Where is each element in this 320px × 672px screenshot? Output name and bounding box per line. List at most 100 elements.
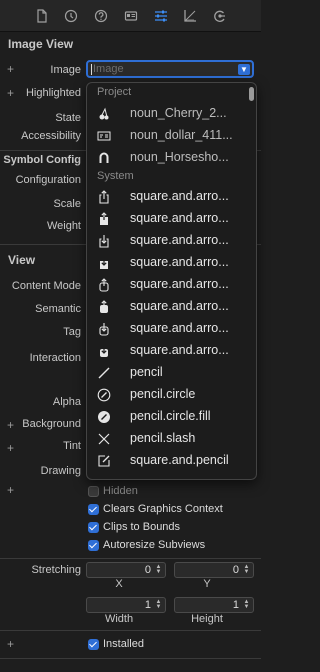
add-variation-drawing-button[interactable]: + bbox=[7, 483, 14, 497]
list-item-label: square.and.arro... bbox=[130, 321, 229, 335]
highlighted-label: Highlighted bbox=[25, 87, 81, 99]
hidden-checkbox-row[interactable]: Hidden bbox=[88, 484, 138, 498]
list-item[interactable]: noun_dollar_411... bbox=[87, 125, 249, 147]
installed-row[interactable]: Installed bbox=[88, 637, 144, 651]
list-item-label: square.and.arro... bbox=[130, 277, 229, 291]
image-view-title: Image View bbox=[8, 37, 74, 51]
add-variation-installed-button[interactable]: + bbox=[7, 637, 14, 651]
list-item-label: noun_dollar_411... bbox=[130, 128, 233, 142]
add-variation-background-button[interactable]: + bbox=[7, 418, 14, 432]
clips-to-bounds-checkbox[interactable] bbox=[88, 521, 99, 533]
list-item[interactable]: square.and.arro... bbox=[87, 340, 249, 362]
stepper-arrows-icon[interactable]: ▲ ▼ bbox=[154, 564, 163, 575]
installed-label: Installed bbox=[103, 638, 144, 650]
clears-graphics-context-row[interactable]: Clears Graphics Context bbox=[88, 502, 223, 516]
tint-label: Tint bbox=[63, 440, 81, 452]
pencil-circle-fill-icon bbox=[97, 410, 111, 424]
list-item-label: noun_Horsesho... bbox=[130, 150, 229, 164]
alpha-label: Alpha bbox=[52, 396, 81, 408]
list-item[interactable]: pencil bbox=[87, 362, 249, 384]
hidden-checkbox[interactable] bbox=[88, 485, 99, 497]
list-item-label: pencil.circle bbox=[130, 387, 196, 401]
group-system-label: System bbox=[97, 170, 134, 182]
add-variation-highlighted-button[interactable]: + bbox=[7, 86, 14, 100]
interaction-label: Interaction bbox=[29, 352, 81, 364]
autoresize-subviews-checkbox[interactable] bbox=[88, 539, 99, 551]
height-label: Height bbox=[191, 613, 223, 625]
view-title: View bbox=[8, 253, 36, 267]
stretch-x-stepper[interactable]: 0 ▲ ▼ bbox=[86, 562, 166, 578]
list-item[interactable]: pencil.slash bbox=[87, 428, 249, 450]
square-and-arrow-up-icon bbox=[97, 190, 111, 204]
square-and-arrow-down-on-square-fill-icon bbox=[97, 344, 111, 358]
dollar-icon bbox=[97, 129, 111, 143]
configuration-label: Configuration bbox=[15, 174, 81, 186]
list-item-label: square.and.arro... bbox=[130, 255, 229, 269]
content-mode-label: Content Mode bbox=[11, 280, 81, 292]
list-item[interactable]: square.and.arro... bbox=[87, 208, 249, 230]
image-placeholder: Image bbox=[93, 63, 124, 75]
stretch-width-stepper[interactable]: 1 ▲ ▼ bbox=[86, 597, 166, 613]
list-item[interactable]: square.and.pencil bbox=[87, 450, 249, 472]
stretch-y-value: 0 bbox=[232, 564, 239, 576]
state-label: State bbox=[55, 112, 81, 124]
list-item[interactable]: square.and.arro... bbox=[87, 186, 249, 208]
stretch-height-stepper[interactable]: 1 ▲ ▼ bbox=[174, 597, 254, 613]
identity-icon[interactable] bbox=[123, 8, 139, 24]
square-and-arrow-down-icon bbox=[97, 234, 111, 248]
clears-graphics-context-checkbox[interactable] bbox=[88, 503, 99, 515]
list-item[interactable]: pencil.circle bbox=[87, 384, 249, 406]
autoresize-subviews-row[interactable]: Autoresize Subviews bbox=[88, 538, 205, 552]
list-item[interactable]: square.and.arro... bbox=[87, 296, 249, 318]
weight-label: Weight bbox=[46, 220, 81, 232]
list-item[interactable]: square.and.arro... bbox=[87, 252, 249, 274]
list-item[interactable]: square.and.arro... bbox=[87, 230, 249, 252]
chevron-down-icon[interactable]: ▼ bbox=[238, 64, 250, 75]
connections-icon[interactable] bbox=[212, 8, 228, 24]
symbol-config-label: Symbol Config bbox=[3, 154, 81, 166]
add-variation-image-button[interactable]: + bbox=[7, 62, 14, 76]
square-and-arrow-up-on-square-icon bbox=[97, 278, 111, 292]
x-label: X bbox=[115, 578, 123, 590]
drawing-label: Drawing bbox=[40, 465, 81, 477]
stepper-arrows-icon[interactable]: ▲ ▼ bbox=[154, 599, 163, 610]
history-icon[interactable] bbox=[63, 8, 79, 24]
stepper-arrows-icon[interactable]: ▲ ▼ bbox=[242, 564, 251, 575]
image-label: Image bbox=[50, 64, 81, 76]
list-item-label: square.and.arro... bbox=[130, 343, 229, 357]
square-and-arrow-up-fill-icon bbox=[97, 212, 111, 226]
group-project-label: Project bbox=[97, 86, 132, 98]
hidden-label: Hidden bbox=[103, 485, 138, 497]
list-item-label: square.and.arro... bbox=[130, 211, 229, 225]
square-and-arrow-up-on-square-fill-icon bbox=[97, 300, 111, 314]
list-item-label: pencil.circle.fill bbox=[130, 409, 211, 423]
scrollbar[interactable] bbox=[249, 87, 254, 101]
width-label: Width bbox=[104, 613, 134, 625]
stretch-x-value: 0 bbox=[144, 564, 151, 576]
file-icon[interactable] bbox=[34, 8, 50, 24]
list-item-label: pencil.slash bbox=[130, 431, 196, 445]
image-picker-dropdown[interactable]: Project noun_Cherry_2... noun_dollar_411… bbox=[86, 82, 257, 480]
image-input[interactable]: Image ▼ bbox=[86, 60, 254, 78]
divider bbox=[0, 558, 261, 559]
scale-label: Scale bbox=[53, 198, 81, 210]
help-icon[interactable] bbox=[93, 8, 109, 24]
clears-graphics-context-label: Clears Graphics Context bbox=[103, 503, 223, 515]
stepper-arrows-icon[interactable]: ▲ ▼ bbox=[242, 599, 251, 610]
size-icon[interactable] bbox=[182, 8, 198, 24]
list-item-label: square.and.arro... bbox=[130, 233, 229, 247]
background-label: Background bbox=[22, 418, 81, 430]
list-item[interactable]: square.and.arro... bbox=[87, 318, 249, 340]
clips-to-bounds-row[interactable]: Clips to Bounds bbox=[88, 520, 180, 534]
list-item[interactable]: square.and.arro... bbox=[87, 274, 249, 296]
attributes-icon[interactable] bbox=[153, 8, 169, 24]
list-item[interactable]: pencil.circle.fill bbox=[87, 406, 249, 428]
list-item-label: square.and.arro... bbox=[130, 299, 229, 313]
installed-checkbox[interactable] bbox=[88, 638, 99, 650]
stretch-y-stepper[interactable]: 0 ▲ ▼ bbox=[174, 562, 254, 578]
add-variation-tint-button[interactable]: + bbox=[7, 441, 14, 455]
text-caret bbox=[91, 64, 92, 75]
list-item[interactable]: noun_Cherry_2... bbox=[87, 103, 249, 125]
square-and-arrow-down-fill-icon bbox=[97, 256, 111, 270]
list-item[interactable]: noun_Horsesho... bbox=[87, 147, 249, 169]
